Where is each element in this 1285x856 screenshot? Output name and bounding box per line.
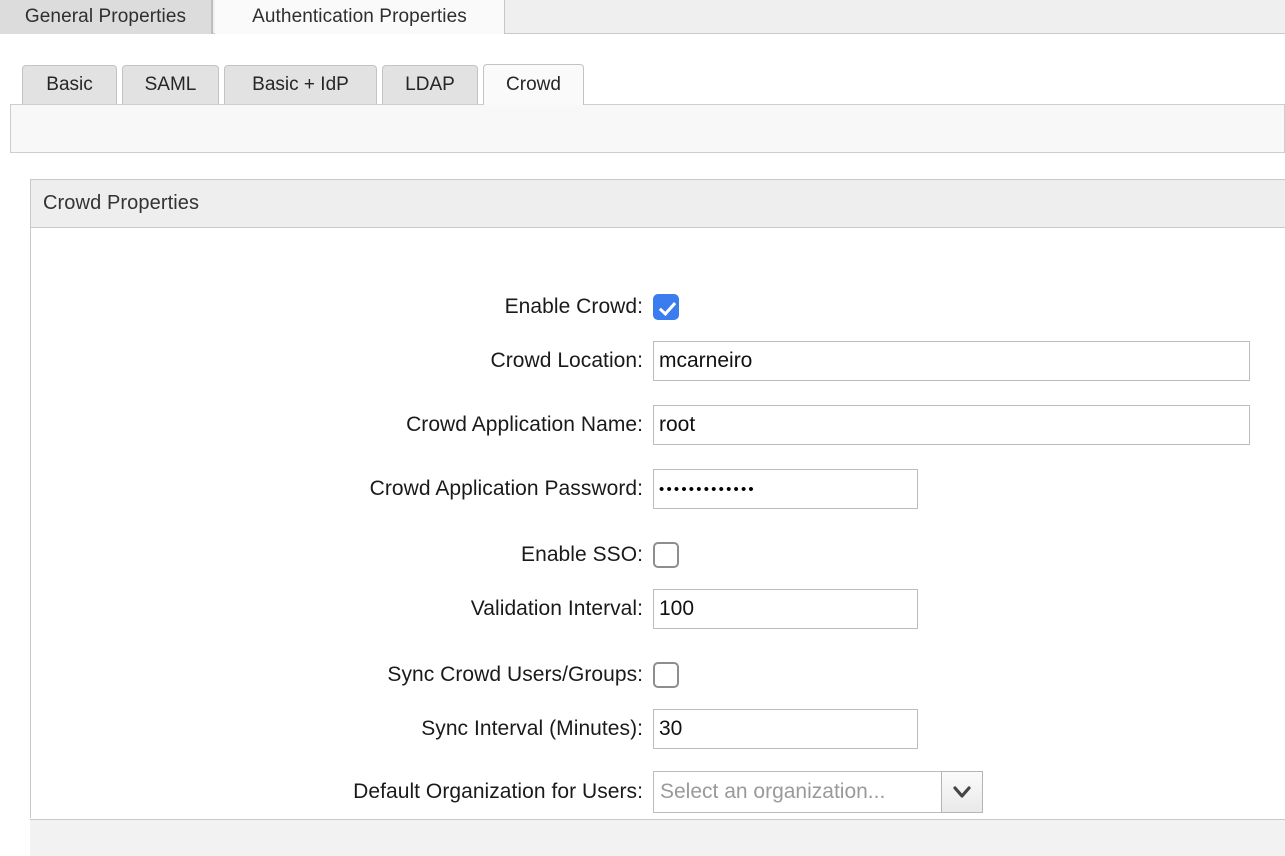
tab-authentication-properties[interactable]: Authentication Properties bbox=[215, 0, 505, 34]
validation-interval-input[interactable] bbox=[653, 589, 918, 629]
label-enable-sso: Enable SSO: bbox=[521, 543, 643, 566]
auth-subtab-row: Basic SAML Basic + IdP LDAP Crowd bbox=[10, 62, 1285, 105]
subtab-crowd[interactable]: Crowd bbox=[483, 64, 584, 105]
label-default-organization: Default Organization for Users: bbox=[353, 780, 643, 803]
control-default-organization: Select an organization... bbox=[653, 771, 983, 813]
subtab-ldap-label: LDAP bbox=[405, 74, 455, 95]
subtab-basic-idp[interactable]: Basic + IdP bbox=[224, 65, 377, 104]
panel-title: Crowd Properties bbox=[43, 192, 200, 214]
subtab-saml[interactable]: SAML bbox=[122, 65, 219, 104]
panel-header: Crowd Properties bbox=[31, 180, 1285, 228]
label-crowd-application-password: Crowd Application Password: bbox=[369, 477, 643, 500]
control-crowd-application-password: ••••••••••••• bbox=[653, 469, 918, 509]
subtab-crowd-label: Crowd bbox=[506, 74, 561, 95]
control-validation-interval bbox=[653, 589, 918, 629]
row-crowd-application-name: Crowd Application Name: bbox=[31, 405, 1256, 445]
label-sync-crowd-users-groups: Sync Crowd Users/Groups: bbox=[387, 663, 643, 686]
crowd-properties-panel: Crowd Properties Enable Crowd: Crowd Loc… bbox=[30, 179, 1285, 818]
row-enable-crowd: Enable Crowd: bbox=[31, 287, 1256, 327]
enable-crowd-checkbox[interactable] bbox=[653, 294, 679, 320]
default-organization-dropdown-button[interactable] bbox=[941, 771, 983, 813]
panel-footer-strip bbox=[30, 819, 1285, 856]
panel-body: Enable Crowd: Crowd Location: Crowd Appl… bbox=[31, 228, 1285, 818]
chevron-down-icon bbox=[952, 785, 972, 799]
top-tab-bar: General Properties Authentication Proper… bbox=[0, 0, 1285, 34]
row-validation-interval: Validation Interval: bbox=[31, 589, 1256, 629]
crowd-application-name-input[interactable] bbox=[653, 405, 1250, 445]
label-crowd-application-name: Crowd Application Name: bbox=[406, 413, 643, 436]
default-organization-value: Select an organization... bbox=[653, 771, 941, 813]
subtab-saml-label: SAML bbox=[144, 74, 197, 95]
default-organization-select[interactable]: Select an organization... bbox=[653, 771, 983, 813]
enable-sso-checkbox[interactable] bbox=[653, 542, 679, 568]
subtab-basic-idp-label: Basic + IdP bbox=[252, 74, 349, 95]
control-crowd-location bbox=[653, 341, 1250, 381]
sync-crowd-users-groups-checkbox[interactable] bbox=[653, 662, 679, 688]
label-crowd-location: Crowd Location: bbox=[490, 349, 643, 372]
tab-authentication-properties-label: Authentication Properties bbox=[252, 6, 467, 27]
subtab-content-area bbox=[10, 104, 1285, 153]
sync-interval-minutes-input[interactable] bbox=[653, 709, 918, 749]
control-crowd-application-name bbox=[653, 405, 1250, 445]
tab-general-properties[interactable]: General Properties bbox=[0, 0, 213, 34]
subtab-basic[interactable]: Basic bbox=[22, 65, 117, 104]
subtab-basic-label: Basic bbox=[46, 74, 93, 95]
control-sync-crowd-users-groups bbox=[653, 662, 679, 688]
row-sync-interval-minutes: Sync Interval (Minutes): bbox=[31, 709, 1256, 749]
control-enable-crowd bbox=[653, 294, 679, 320]
label-sync-interval-minutes: Sync Interval (Minutes): bbox=[421, 717, 643, 740]
row-sync-crowd-users-groups: Sync Crowd Users/Groups: bbox=[31, 655, 1256, 695]
subtab-ldap[interactable]: LDAP bbox=[382, 65, 478, 104]
control-enable-sso bbox=[653, 542, 679, 568]
label-validation-interval: Validation Interval: bbox=[470, 597, 643, 620]
control-sync-interval-minutes bbox=[653, 709, 918, 749]
crowd-application-password-input[interactable]: ••••••••••••• bbox=[653, 469, 918, 509]
row-default-organization: Default Organization for Users: Select a… bbox=[31, 771, 1256, 813]
tab-general-properties-label: General Properties bbox=[24, 6, 187, 27]
row-crowd-application-password: Crowd Application Password: ••••••••••••… bbox=[31, 469, 1256, 509]
row-enable-sso: Enable SSO: bbox=[31, 535, 1256, 575]
row-crowd-location: Crowd Location: bbox=[31, 341, 1256, 381]
crowd-location-input[interactable] bbox=[653, 341, 1250, 381]
label-enable-crowd: Enable Crowd: bbox=[504, 295, 643, 318]
